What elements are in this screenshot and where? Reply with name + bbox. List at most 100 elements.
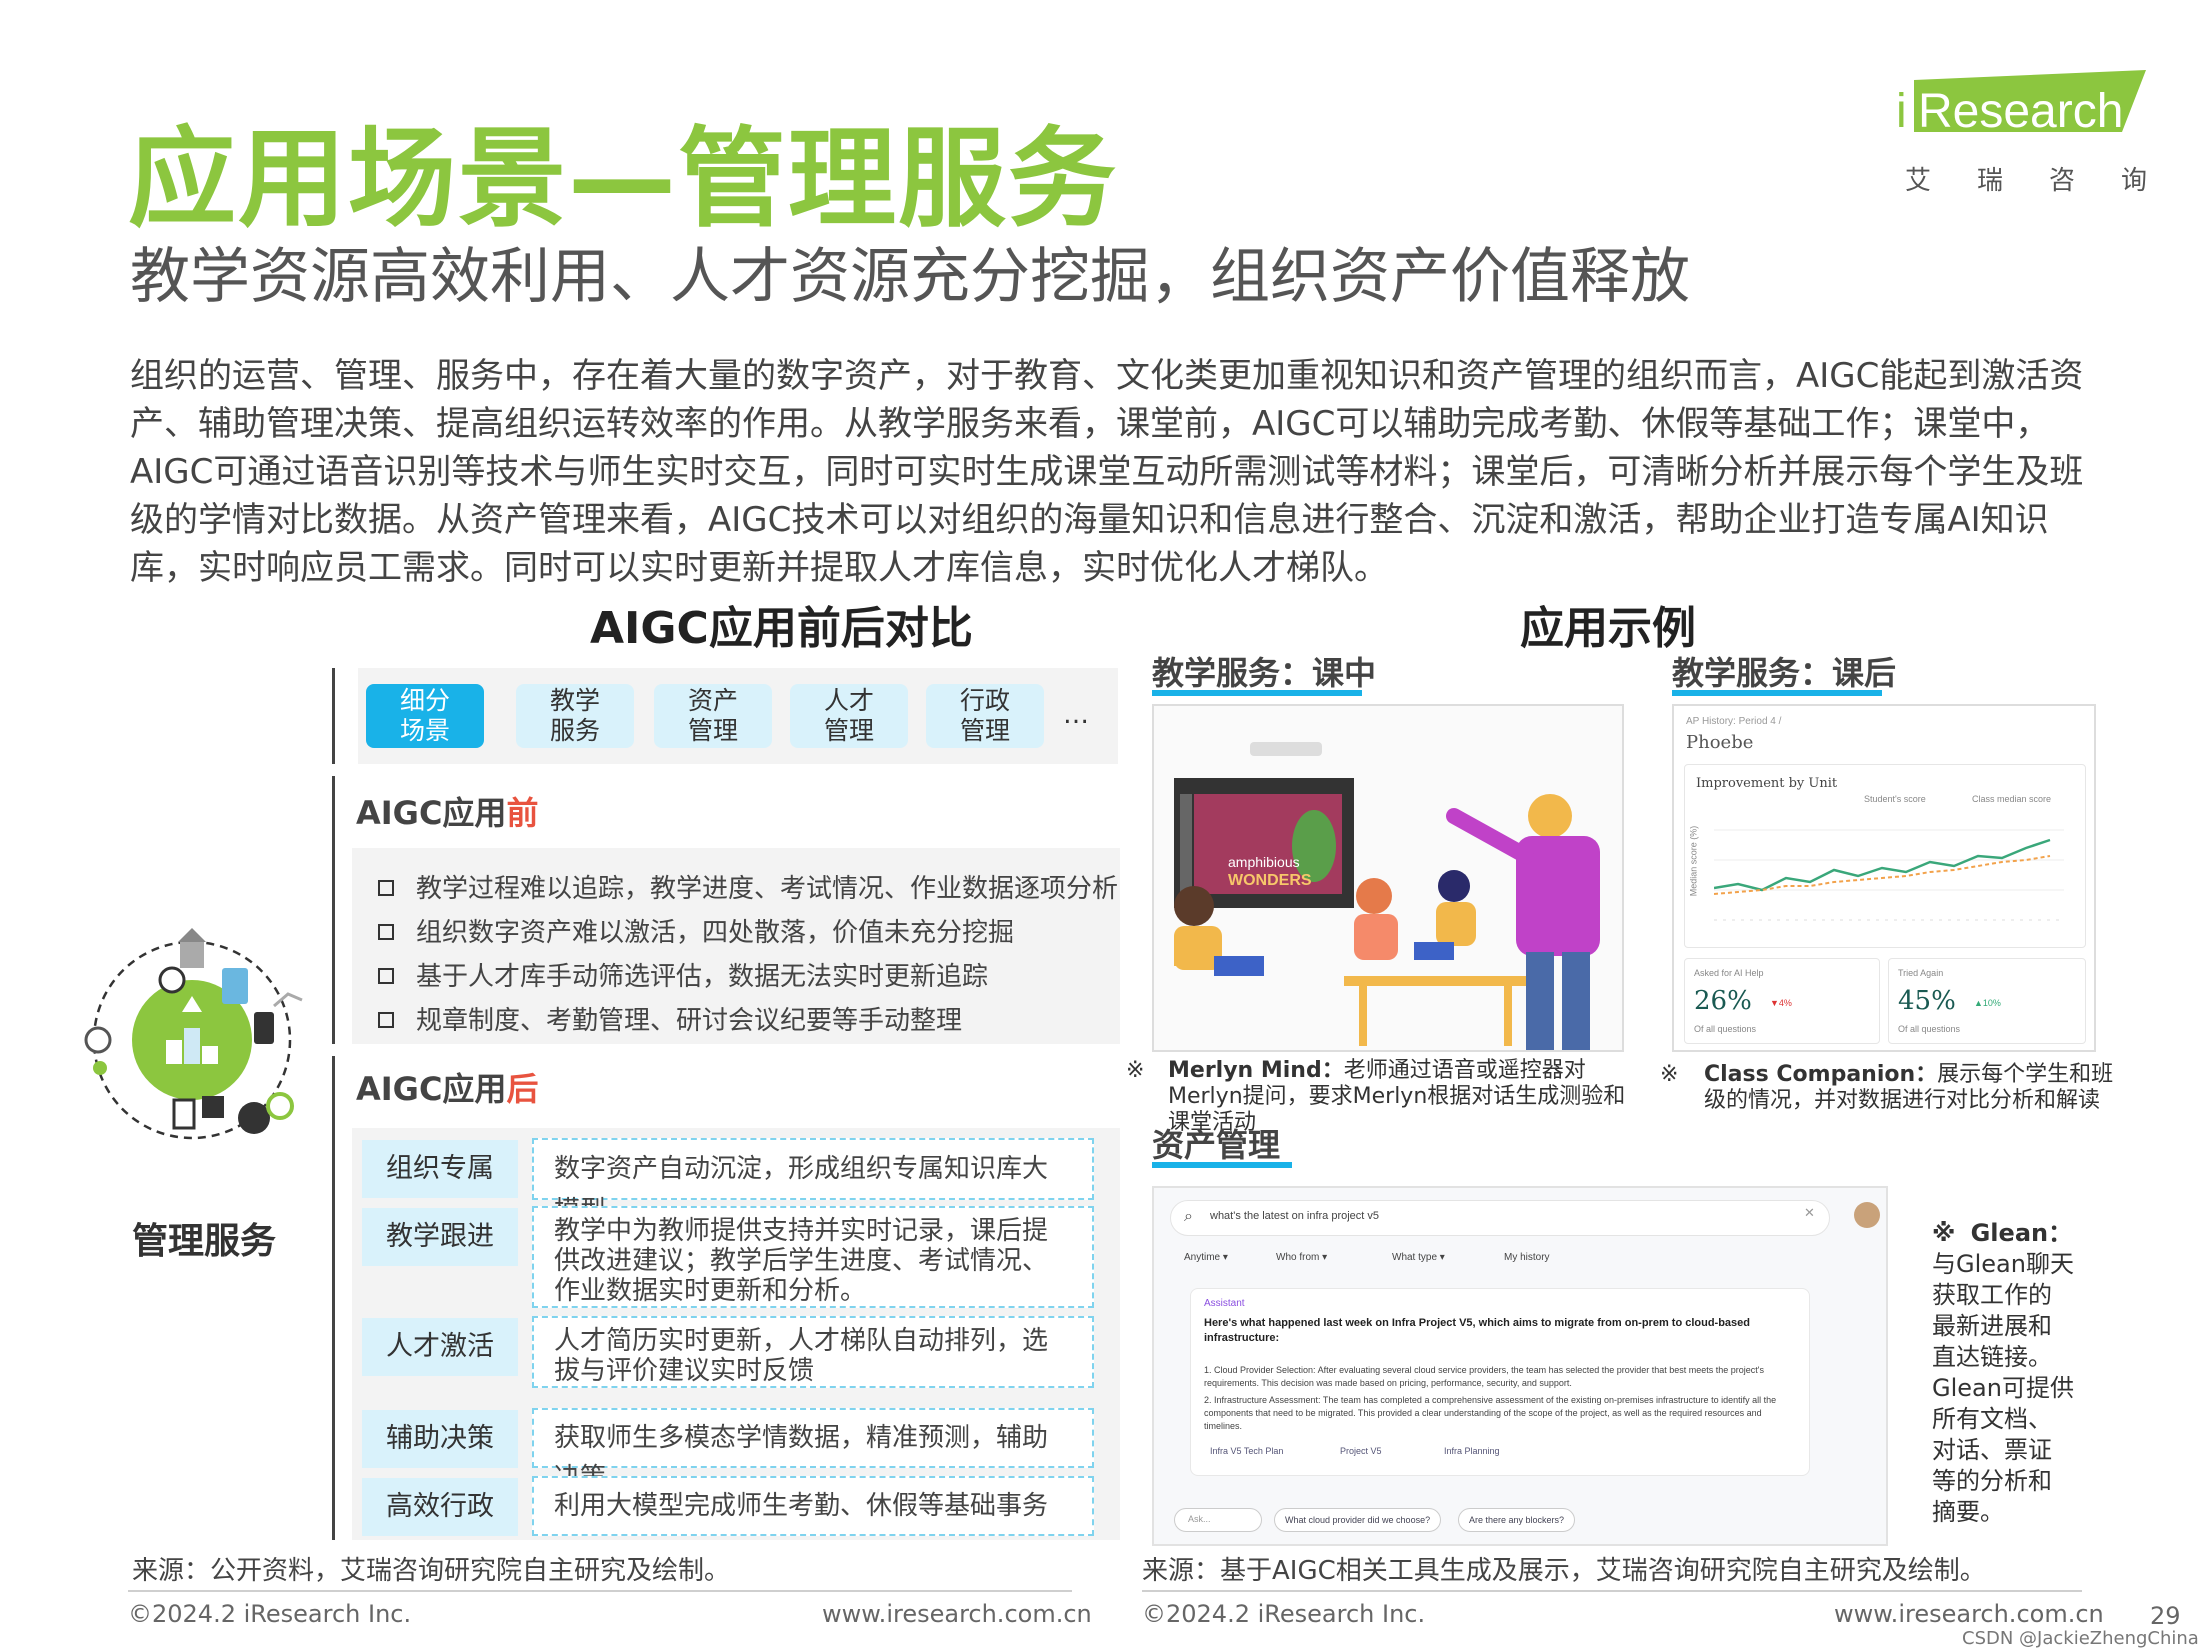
divider-line [332, 668, 335, 764]
avatar[interactable] [1854, 1202, 1880, 1228]
tabs-more: … [1063, 700, 1089, 730]
url-left[interactable]: www.iresearch.com.cn [822, 1600, 1092, 1628]
tab-label-line: 管理 [959, 716, 1010, 745]
tab-talent-management[interactable]: 人才 管理 [790, 684, 908, 748]
answer-lead: Here's what happened last week on Infra … [1204, 1317, 1751, 1344]
caption-line: 对话、票证 [1932, 1436, 2052, 1464]
after-label-highlight: 后 [506, 1070, 539, 1108]
heading-underline [1672, 690, 1882, 696]
filter-what-type[interactable]: What type ▾ [1392, 1252, 1445, 1263]
management-service-label: 管理服务 [132, 1221, 277, 1262]
tab-label-line: 场景 [399, 716, 450, 745]
stat-value: 26% [1694, 986, 1752, 1016]
before-item-text: 规章制度、考勤管理、研讨会议纪要等手动整理 [416, 1006, 963, 1036]
tab-label-line: 管理 [687, 716, 738, 745]
tab-label-line: 资产 [687, 686, 738, 715]
caption-line: 最新进展和 [1932, 1312, 2052, 1340]
tab-label-line: 服务 [549, 716, 600, 745]
source-chip[interactable]: Project V5 [1340, 1446, 1382, 1456]
filter-who-from[interactable]: Who from ▾ [1276, 1252, 1327, 1263]
tab-label-line: 行政 [959, 686, 1010, 715]
logo-chinese: 艾瑞咨询 [1905, 166, 2194, 196]
caption-line: 获取工作的 [1932, 1281, 2052, 1309]
search-icon: ⌕ [1184, 1206, 1193, 1225]
footer-divider [1142, 1590, 2082, 1592]
copyright-left: ©2024.2 iResearch Inc. [128, 1600, 412, 1628]
before-item: 组织数字资产难以激活，四处散落，价值未充分挖掘 [378, 912, 1014, 949]
after-row-label: 教学跟进 [362, 1208, 518, 1266]
logo-text: Research [1918, 85, 2124, 138]
close-icon[interactable]: ✕ [1804, 1206, 1815, 1221]
after-row-desc: 人才简历实时更新，人才梯队自动排列，选拔与评价建议实时反馈 [532, 1316, 1094, 1388]
source-chip[interactable]: Infra Planning [1444, 1446, 1500, 1456]
filter-my-history[interactable]: My history [1504, 1252, 1550, 1263]
glean-screenshot: ⌕ what's the latest on infra project v5 … [1152, 1186, 1888, 1546]
answer-point: 1. Cloud Provider Selection: After evalu… [1204, 1365, 1765, 1388]
before-label-text: AIGC应用 [356, 794, 507, 832]
filter-anytime[interactable]: Anytime ▾ [1184, 1252, 1228, 1263]
stat-label: Asked for AI Help [1694, 968, 1764, 978]
source-chip[interactable]: Infra V5 Tech Plan [1210, 1446, 1283, 1456]
class-companion-screenshot: AP History: Period 4 / Phoebe Improvemen… [1672, 704, 2096, 1052]
stat-delta: ▼4% [1770, 998, 1792, 1008]
glean-caption: ※ Glean： 与Glean聊天 获取工作的 最新进展和 直达链接。 Glea… [1932, 1218, 2092, 1528]
caption-name: Glean： [1970, 1219, 2073, 1247]
slide-text: amphibious [1228, 854, 1300, 870]
tab-teaching-service[interactable]: 教学 服务 [516, 684, 634, 748]
after-row-label: 组织专属 [362, 1140, 518, 1198]
caption-mark: ※ [1660, 1062, 1679, 1087]
heading-underline [1152, 690, 1362, 696]
caption-line: 摘要。 [1932, 1498, 2004, 1526]
after-row-desc: 教学中为教师提供支持并实时记录，课后提供改进建议；教学后学生进度、考试情况、作业… [532, 1206, 1094, 1308]
tab-asset-management[interactable]: 资产 管理 [654, 684, 772, 748]
answer-point: 2. Infrastructure Assessment: The team h… [1204, 1395, 1777, 1431]
divider-line [332, 1056, 335, 1540]
legend-median: Class median score [1972, 794, 2052, 804]
stat-delta: ▲10% [1974, 998, 2001, 1008]
breadcrumb: AP History: Period 4 / [1686, 716, 1782, 727]
search-query: what's the latest on infra project v5 [1210, 1210, 1380, 1222]
before-item: 教学过程难以追踪，教学进度、考试情况、作业数据逐项分析 [378, 868, 1118, 905]
chart-ylabel: Median score (%) [1688, 825, 1699, 897]
after-class-caption: Class Companion：展示每个学生和班级的情况，并对数据进行对比分析和… [1704, 1062, 2124, 1114]
student-name: Phoebe [1686, 732, 1754, 753]
after-label-text: AIGC应用 [356, 1070, 507, 1108]
after-section-label: AIGC应用后 [356, 1064, 538, 1110]
caption-mark: ※ [1932, 1219, 1956, 1247]
tab-admin-management[interactable]: 行政 管理 [926, 684, 1044, 748]
management-service-illustration [84, 928, 303, 1140]
stat-value: 45% [1898, 986, 1956, 1016]
ask-placeholder: Ask... [1188, 1514, 1211, 1524]
caption-mark: ※ [1126, 1058, 1145, 1083]
before-section-label: AIGC应用前 [356, 788, 538, 834]
stat-sub: Of all questions [1694, 1024, 1757, 1034]
after-row-label: 人才激活 [362, 1318, 518, 1376]
url-right[interactable]: www.iresearch.com.cn [1834, 1600, 2104, 1628]
checkbox-icon [378, 968, 394, 984]
copyright-right: ©2024.2 iResearch Inc. [1142, 1600, 1426, 1628]
caption-line: 等的分析和 [1932, 1467, 2052, 1495]
tab-label-line: 人才 [823, 686, 874, 715]
heading-underline [1152, 1162, 1292, 1168]
suggestion-chip[interactable]: What cloud provider did we choose? [1274, 1508, 1442, 1532]
page-subtitle: 教学资源高效利用、人才资源充分挖掘，组织资产价值释放 [130, 242, 1690, 312]
suggestion-chip[interactable]: Are there any blockers? [1458, 1508, 1576, 1532]
after-row-desc: 数字资产自动沉淀，形成组织专属知识库大模型 [532, 1138, 1094, 1226]
in-class-heading: 教学服务：课中 [1152, 654, 1377, 692]
caption-line: 所有文档、 [1932, 1405, 2052, 1433]
source-note-left: 来源：公开资料，艾瑞咨询研究院自主研究及绘制。 [132, 1556, 731, 1586]
comparison-title: AIGC应用前后对比 [590, 603, 973, 654]
before-item-text: 组织数字资产难以激活，四处散落，价值未充分挖掘 [416, 918, 1015, 948]
checkbox-icon [378, 924, 394, 940]
page-title: 应用场景—管理服务 [128, 117, 1119, 242]
stat-label: Tried Again [1898, 968, 1944, 978]
before-item-text: 教学过程难以追踪，教学进度、考试情况、作业数据逐项分析 [416, 874, 1119, 904]
after-row-desc: 获取师生多模态学情数据，精准预测，辅助决策 [532, 1408, 1094, 1493]
page-number: 29 [2150, 1602, 2181, 1630]
before-label-highlight: 前 [506, 794, 539, 832]
checkbox-icon [378, 880, 394, 896]
tab-scene[interactable]: 细分 场景 [366, 684, 484, 748]
after-row-label: 辅助决策 [362, 1410, 518, 1468]
stat-sub: Of all questions [1898, 1024, 1961, 1034]
caption-line: Glean可提供 [1932, 1374, 2074, 1402]
